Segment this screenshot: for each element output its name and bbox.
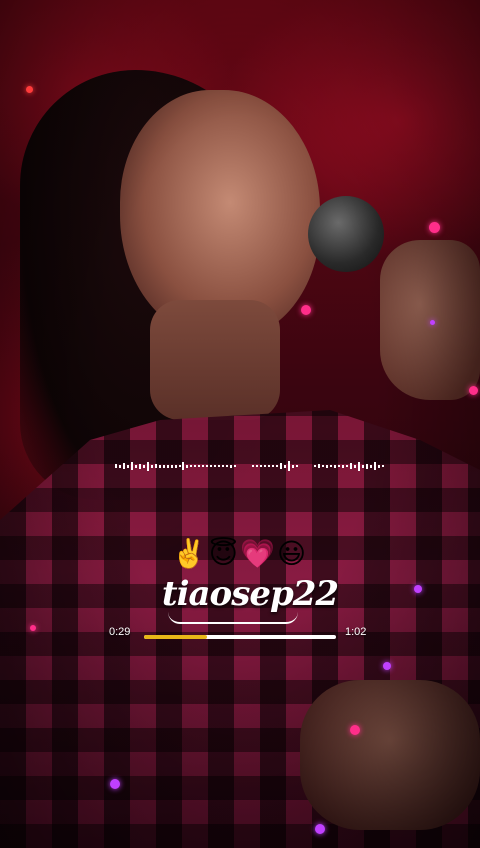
audio-visualizer-right	[314, 446, 384, 486]
sparkle	[26, 86, 33, 93]
sparkle	[383, 662, 391, 670]
smiling-face-with-halo-icon: 😇	[208, 537, 238, 570]
sparkle	[315, 824, 325, 834]
audio-visualizer-center	[252, 446, 298, 486]
total-time: 1:02	[345, 626, 367, 638]
sparkle	[301, 305, 311, 315]
sparkle	[30, 625, 36, 631]
current-time: 0:29	[109, 626, 131, 638]
progress-bar-fill	[144, 635, 208, 639]
background-photo	[0, 0, 480, 848]
sparkle	[414, 585, 422, 593]
sparkle	[110, 779, 120, 789]
audio-visualizer-mid	[182, 446, 236, 486]
sparkle	[350, 725, 360, 735]
progress-bar[interactable]	[144, 635, 336, 639]
sparkle	[429, 222, 440, 233]
signature-underline	[168, 612, 298, 624]
smiley-face-icon: 😃	[276, 537, 307, 570]
victory-hand-icon: ✌️	[171, 537, 207, 570]
sparkle	[430, 320, 435, 325]
heart-icon: 💗	[240, 537, 275, 570]
sparkle	[469, 386, 478, 395]
audio-visualizer-left	[115, 446, 181, 486]
vignette	[0, 0, 480, 848]
